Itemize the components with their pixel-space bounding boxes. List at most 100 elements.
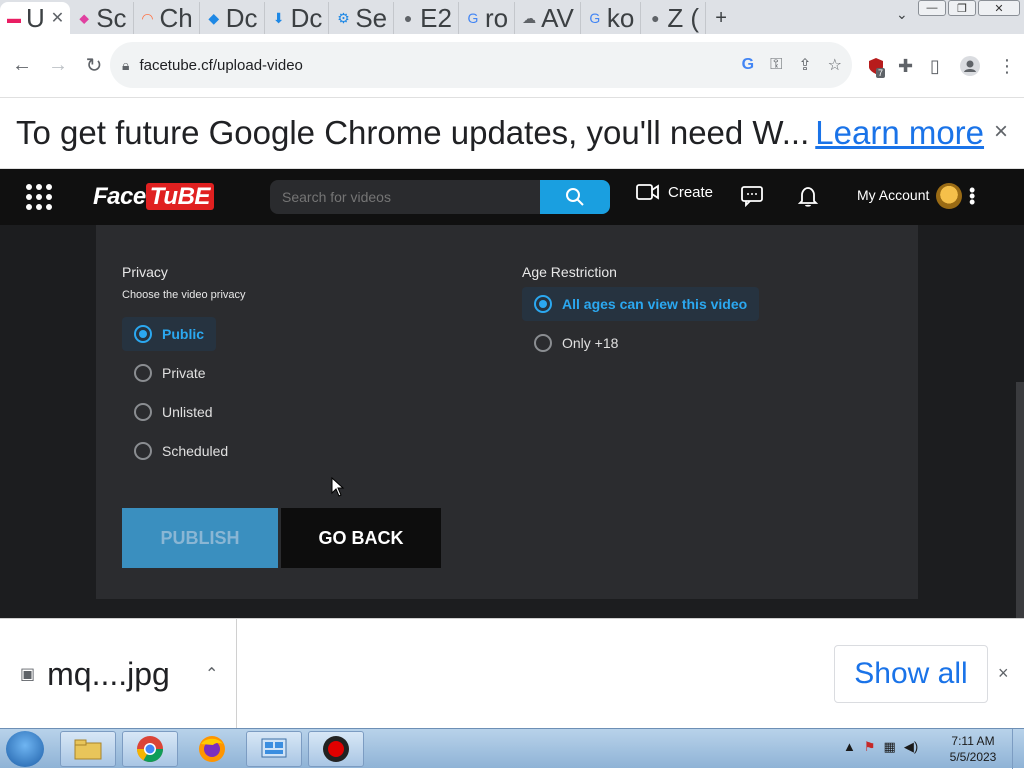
my-account-link[interactable]: My Account — [857, 187, 929, 203]
chrome-menu-icon[interactable]: ⋮ — [998, 34, 1016, 98]
back-button[interactable]: ← — [6, 50, 38, 82]
windows-taskbar: ▲ ⚑ ▦ ◀) 7:11 AM 5/5/2023 — [0, 728, 1024, 769]
messages-icon[interactable] — [741, 185, 763, 212]
tab[interactable]: ● Z ( — [641, 2, 707, 34]
forward-button[interactable]: → — [42, 50, 74, 82]
maximize-button[interactable]: ❐ — [948, 0, 976, 16]
age-option-all-ages[interactable]: All ages can view this video — [522, 287, 760, 321]
apps-grid-icon[interactable] — [26, 184, 52, 210]
chevron-up-icon[interactable]: ⌃ — [205, 664, 218, 684]
new-tab-button[interactable]: + — [706, 2, 736, 34]
dropbox-icon: ◆ — [208, 9, 220, 26]
side-panel-icon[interactable]: ▯ — [930, 34, 940, 98]
privacy-option-scheduled[interactable]: Scheduled — [122, 434, 240, 468]
tab[interactable]: ◆ Dc — [200, 2, 265, 34]
publish-button[interactable]: PUBLISH — [122, 508, 278, 568]
privacy-option-unlisted[interactable]: Unlisted — [122, 395, 225, 429]
address-bar[interactable]: 🔒︎ facetube.cf/upload-video G ⚿ ⇪ ☆ — [110, 42, 852, 88]
action-center-flag-icon[interactable]: ⚑ — [864, 739, 876, 755]
tab-search-icon[interactable]: ⌄ — [896, 6, 908, 23]
browser-toolbar: ← → ↻ 🔒︎ facetube.cf/upload-video G ⚿ ⇪ … — [0, 34, 1024, 98]
tab[interactable]: ⚙ Se — [329, 2, 395, 34]
tab-title: Dc — [225, 3, 258, 33]
google-icon: G — [467, 10, 479, 26]
tab[interactable]: ● E2 — [394, 2, 459, 34]
system-clock[interactable]: 7:11 AM 5/5/2023 — [940, 733, 1006, 765]
search-icon — [566, 188, 584, 206]
volume-icon[interactable]: ◀) — [904, 739, 918, 755]
system-tray: ▲ ⚑ ▦ ◀) — [843, 739, 918, 755]
radio-button[interactable] — [134, 442, 152, 460]
globe-icon: ● — [403, 10, 413, 26]
search-input[interactable] — [282, 189, 522, 205]
radio-button[interactable] — [134, 403, 152, 421]
download-item[interactable]: ▣ mq....jpg ⌃ — [0, 619, 237, 729]
go-back-button[interactable]: GO BACK — [281, 508, 441, 568]
minimize-button[interactable]: — — [918, 0, 946, 16]
option-label: All ages can view this video — [562, 296, 748, 312]
bookmark-star-icon[interactable]: ☆ — [828, 55, 842, 75]
tab[interactable]: ☁ AV — [515, 2, 581, 34]
more-options-icon[interactable]: • • • — [969, 181, 975, 211]
record-icon[interactable] — [308, 731, 364, 767]
profile-icon[interactable] — [959, 34, 981, 98]
download-file-name: mq....jpg — [47, 655, 170, 692]
option-label: Unlisted — [162, 404, 213, 420]
google-icon: G — [589, 10, 601, 26]
clock-time: 7:11 AM — [951, 734, 995, 748]
url-text[interactable]: facetube.cf/upload-video — [139, 57, 302, 74]
rainbow-icon: ◠ — [141, 9, 154, 26]
privacy-option-public[interactable]: Public — [122, 317, 217, 351]
avatar[interactable] — [936, 183, 962, 209]
start-button[interactable] — [6, 731, 44, 767]
close-download-bar-icon[interactable]: × — [998, 663, 1009, 684]
file-explorer-icon[interactable] — [60, 731, 116, 767]
radio-button[interactable] — [534, 334, 552, 352]
share-icon[interactable]: ⇪ — [798, 55, 811, 75]
show-hidden-icons-icon[interactable]: ▲ — [843, 739, 856, 755]
network-icon[interactable]: ▦ — [884, 739, 896, 755]
tab-active[interactable]: ▬ U ✕ — [0, 2, 71, 34]
show-desktop-button[interactable] — [1012, 729, 1024, 769]
scrollbar-thumb[interactable] — [1016, 382, 1024, 618]
logo-face-text: Face — [93, 183, 146, 210]
extensions-puzzle-icon[interactable]: ✚ — [898, 34, 913, 98]
notifications-bell-icon[interactable] — [797, 185, 819, 212]
close-window-button[interactable]: ✕ — [978, 0, 1020, 16]
video-camera-icon — [636, 184, 659, 200]
extension-badge: 7 — [876, 68, 886, 78]
privacy-option-private[interactable]: Private — [122, 356, 218, 390]
image-file-icon: ▣ — [20, 666, 36, 683]
radio-button[interactable] — [134, 325, 152, 343]
google-translate-icon[interactable]: G — [742, 56, 754, 74]
tab[interactable]: ⬥ Sc — [70, 2, 134, 34]
search-box — [270, 180, 540, 214]
puzzle-icon: ⬥ — [79, 9, 90, 26]
tab[interactable]: ⬇ Dc — [265, 2, 330, 34]
learn-more-link[interactable]: Learn more — [815, 114, 984, 152]
tab[interactable]: Gko — [581, 2, 642, 34]
tab[interactable]: Gro — [459, 2, 516, 34]
show-all-button[interactable]: Show all — [834, 645, 988, 703]
omnibox-actions: G ⚿ ⇪ ☆ — [742, 42, 842, 88]
extension-icon[interactable]: 7 — [866, 34, 886, 98]
create-button[interactable]: Create — [636, 183, 713, 201]
facetube-logo[interactable]: Face TuBE — [93, 183, 214, 211]
radio-button[interactable] — [534, 295, 552, 313]
age-option-18-plus[interactable]: Only +18 — [522, 326, 630, 360]
firefox-icon[interactable] — [184, 731, 240, 767]
lock-icon[interactable]: 🔒︎ — [122, 57, 129, 74]
chrome-icon[interactable] — [122, 731, 178, 767]
search-button[interactable] — [540, 180, 610, 214]
tab-title: U — [26, 3, 45, 33]
key-icon[interactable]: ⚿ — [770, 56, 782, 74]
globe-icon: ● — [651, 10, 660, 26]
site-header: FaceTuBE Create My Account ••• — [0, 169, 1024, 225]
gear-icon: ⚙ — [337, 9, 350, 26]
reload-button[interactable]: ↻ — [78, 50, 110, 82]
close-banner-icon[interactable]: × — [994, 118, 1008, 146]
control-panel-icon[interactable] — [246, 731, 302, 767]
close-tab-icon[interactable]: ✕ — [51, 8, 64, 28]
radio-button[interactable] — [134, 364, 152, 382]
tab[interactable]: ◠ Ch — [134, 2, 200, 34]
